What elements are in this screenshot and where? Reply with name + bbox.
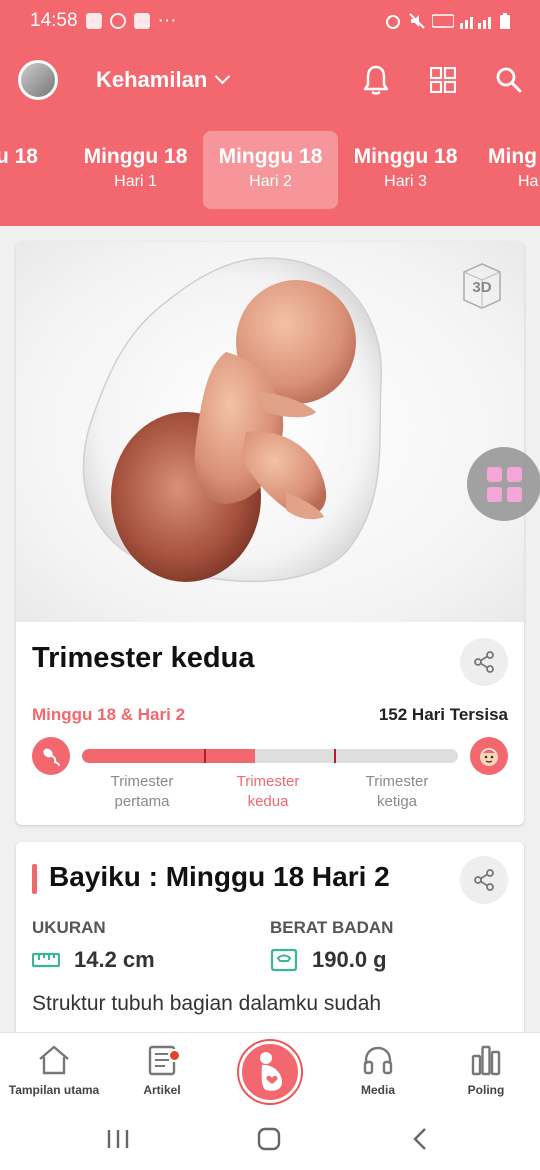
tab-week-day[interactable]: Minggu 18 Hari 3 [338, 131, 473, 209]
app-bar: Kehamilan [0, 42, 540, 117]
pregnant-mother-icon [260, 1052, 282, 1091]
3d-view-icon[interactable]: 3D [456, 260, 508, 312]
signal-icon [460, 17, 491, 29]
shopping-notification-icon [85, 13, 102, 29]
3d-badge-label: 3D [472, 279, 491, 296]
baby-description: Struktur tubuh bagian dalamku sudah [32, 992, 382, 1015]
trimester-title: Trimester kedua [32, 642, 255, 674]
trimester-card: 3D Trimester kedua Minggu 18 & Hari 2 15… [16, 242, 524, 825]
weight-value: 190.0 g [312, 947, 387, 972]
bell-icon[interactable] [362, 64, 390, 96]
tab-week-label: Minggu 18 [218, 145, 323, 168]
size-label: UKURAN [32, 918, 106, 937]
nav-articles-label: Artikel [143, 1083, 181, 1097]
notification-dot [168, 1049, 181, 1062]
size-value: 14.2 cm [74, 947, 155, 972]
tab-week-day[interactable]: Minggu 18 Hari 1 [68, 131, 203, 209]
chevron-down-icon [214, 68, 231, 85]
progress-fill [82, 749, 255, 763]
tab-day-label: Hari 3 [384, 173, 427, 190]
floating-menu-button[interactable] [467, 447, 540, 521]
scale-icon [270, 948, 298, 972]
tab-day-label: Ha [518, 173, 539, 190]
home-icon [39, 1045, 69, 1075]
share-button[interactable] [460, 856, 508, 904]
trimester-third-label: Trimester ketiga [365, 773, 429, 810]
pregnancy-home-button[interactable] [239, 1041, 301, 1103]
tab-week-day-selected[interactable]: Minggu 18 Hari 2 [203, 131, 338, 209]
ruler-icon [32, 952, 60, 968]
size-stat: 14.2 cm [32, 947, 155, 973]
tab-day-label: Hari 1 [114, 173, 157, 190]
nav-media-label: Media [360, 1083, 395, 1097]
tab-week-day[interactable]: Ming Ha [472, 131, 540, 209]
search-icon[interactable] [496, 67, 522, 93]
battery-icon [500, 13, 510, 29]
weight-label: BERAT BADAN [270, 918, 394, 937]
tab-week-label: Minggu 18 [353, 145, 458, 168]
more-notifications-icon: ··· [157, 10, 177, 31]
grid-menu-icon[interactable] [430, 66, 456, 93]
trimester-second-label: Trimester kedua [236, 773, 300, 810]
poll-icon [471, 1045, 501, 1076]
tab-week-label: gu 18 [0, 145, 38, 168]
section-accent-bar [32, 864, 37, 894]
app-notification-icon [133, 13, 150, 29]
recent-apps-icon[interactable] [106, 1128, 130, 1150]
pregnancy-selector[interactable]: Kehamilan [96, 66, 231, 93]
current-week-day: Minggu 18 & Hari 2 [32, 705, 186, 724]
status-bar: 14:58 ··· [0, 0, 540, 42]
share-icon [474, 869, 494, 891]
nav-home-label: Tampilan utama [8, 1083, 100, 1097]
baby-card-title: Bayiku : Minggu 18 Hari 2 [49, 861, 390, 892]
home-system-icon[interactable] [257, 1127, 281, 1151]
tab-week-label: Minggu 18 [83, 145, 188, 168]
weight-stat: 190.0 g [270, 947, 387, 973]
whatsapp-icon [109, 13, 126, 29]
bottom-navigation: Tampilan utama Artikel Media Poling [0, 1032, 540, 1110]
headphones-icon [363, 1046, 393, 1075]
system-navigation-bar [0, 1110, 540, 1170]
baby-due-icon [470, 737, 508, 775]
nav-home[interactable]: Tampilan utama [0, 1043, 108, 1097]
share-button[interactable] [460, 638, 508, 686]
grid-icon [486, 466, 522, 502]
baby-face-icon [480, 748, 498, 766]
pregnancy-progress-bar [82, 749, 458, 763]
nav-poll[interactable]: Poling [432, 1043, 540, 1097]
sperm-icon [43, 748, 60, 766]
tab-week-day[interactable]: gu 18 [0, 131, 60, 209]
alarm-icon [386, 15, 400, 29]
share-icon [474, 651, 494, 673]
week-day-tabs: gu 18 Minggu 18 Hari 1 Minggu 18 Hari 2 … [0, 117, 540, 226]
tab-week-label: Ming [488, 145, 537, 168]
tab-day-label: Hari 2 [249, 173, 292, 190]
trimester-first-label: Trimester pertama [110, 773, 174, 810]
fetus-illustration [82, 257, 382, 583]
page-title: Kehamilan [96, 66, 208, 92]
status-time: 14:58 [30, 10, 78, 31]
nav-poll-label: Poling [467, 1083, 505, 1097]
baby-info-card: Bayiku : Minggu 18 Hari 2 UKURAN BERAT B… [16, 842, 524, 1042]
avatar[interactable] [18, 59, 58, 100]
trimester-marker [204, 749, 207, 763]
nav-media[interactable]: Media [324, 1043, 432, 1097]
pregnancy-start-icon [32, 737, 70, 775]
volte-icon [432, 14, 454, 28]
nav-articles[interactable]: Artikel [108, 1043, 216, 1097]
days-remaining: 152 Hari Tersisa [378, 705, 508, 724]
mute-icon [409, 13, 425, 29]
fetus-3d-image[interactable]: 3D [16, 242, 524, 622]
back-icon[interactable] [410, 1127, 430, 1151]
trimester-marker [333, 749, 336, 763]
